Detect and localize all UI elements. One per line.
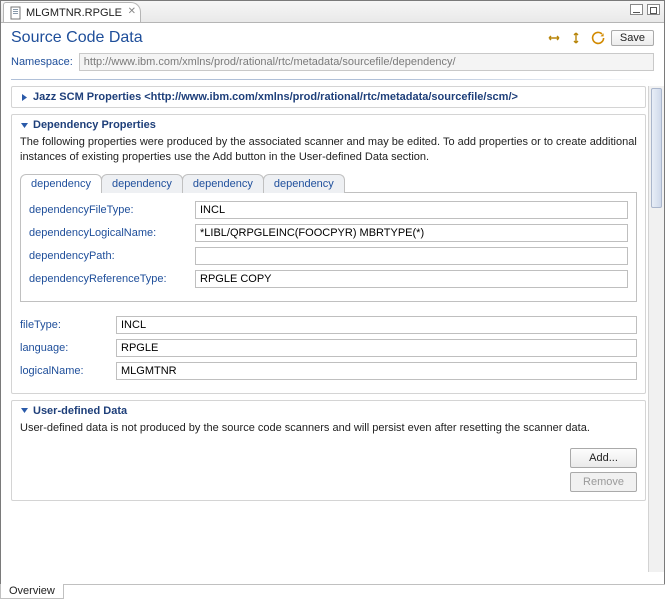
file-icon	[10, 6, 22, 20]
file-type-label: fileType:	[20, 319, 110, 331]
remove-button: Remove	[570, 472, 637, 492]
dependency-panel: dependencyFileType: dependencyLogicalNam…	[20, 193, 637, 302]
logical-name-input[interactable]	[116, 362, 637, 380]
dependency-logical-name-input[interactable]	[195, 224, 628, 242]
section-jazz-scm-header[interactable]: Jazz SCM Properties <http://www.ibm.com/…	[20, 91, 637, 103]
dependency-tab[interactable]: dependency	[20, 174, 102, 193]
section-user-defined: User-defined Data User-defined data is n…	[11, 400, 646, 501]
logical-name-label: logicalName:	[20, 365, 110, 377]
dependency-logical-name-label: dependencyLogicalName:	[29, 227, 189, 239]
section-dependency-desc: The following properties were produced b…	[20, 135, 637, 165]
overview-tab[interactable]: Overview	[0, 584, 64, 599]
maximize-button[interactable]	[647, 4, 660, 15]
dependency-path-input[interactable]	[195, 247, 628, 265]
scrollbar-thumb[interactable]	[651, 88, 662, 208]
dependency-reference-type-label: dependencyReferenceType:	[29, 273, 189, 285]
document-tab[interactable]: MLGMTNR.RPGLE ✕	[3, 2, 141, 22]
dependency-tab[interactable]: dependency	[263, 174, 345, 193]
dependency-reference-type-input[interactable]	[195, 270, 628, 288]
section-user-defined-title: User-defined Data	[33, 405, 127, 417]
dependency-path-label: dependencyPath:	[29, 250, 189, 262]
language-label: language:	[20, 342, 110, 354]
refresh-icon[interactable]	[589, 29, 607, 47]
section-dependency-title: Dependency Properties	[33, 119, 156, 131]
section-user-defined-header[interactable]: User-defined Data	[20, 405, 637, 417]
content-scroll-area: Jazz SCM Properties <http://www.ibm.com/…	[1, 86, 664, 572]
window-controls	[630, 4, 660, 15]
expand-vertical-icon[interactable]	[567, 29, 585, 47]
user-defined-buttons: Add... Remove	[570, 448, 637, 492]
vertical-scrollbar[interactable]	[648, 86, 664, 572]
section-jazz-scm: Jazz SCM Properties <http://www.ibm.com/…	[11, 86, 646, 108]
section-jazz-scm-title: Jazz SCM Properties <http://www.ibm.com/…	[33, 91, 518, 103]
section-user-defined-desc: User-defined data is not produced by the…	[20, 421, 637, 436]
chevron-right-icon	[20, 93, 29, 102]
header-divider	[11, 79, 654, 80]
header-actions: Save	[545, 29, 654, 47]
namespace-label: Namespace:	[11, 56, 73, 68]
page-title: Source Code Data	[11, 29, 143, 47]
page-tabs: Overview	[0, 584, 665, 601]
dependency-file-type-label: dependencyFileType:	[29, 204, 189, 216]
save-button[interactable]: Save	[611, 30, 654, 46]
section-dependency-header[interactable]: Dependency Properties	[20, 119, 637, 131]
file-type-input[interactable]	[116, 316, 637, 334]
dependency-tabs: dependency dependency dependency depende…	[20, 173, 637, 193]
dependency-tab[interactable]: dependency	[182, 174, 264, 193]
expand-horizontal-icon[interactable]	[545, 29, 563, 47]
chevron-down-icon	[20, 406, 29, 415]
language-input[interactable]	[116, 339, 637, 357]
minimize-button[interactable]	[630, 4, 643, 15]
section-dependency: Dependency Properties The following prop…	[11, 114, 646, 394]
add-button[interactable]: Add...	[570, 448, 637, 468]
chevron-down-icon	[20, 121, 29, 130]
page-header: Source Code Data Save	[1, 23, 664, 51]
editor-tabbar: MLGMTNR.RPGLE ✕	[1, 1, 664, 23]
close-icon[interactable]: ✕	[128, 6, 136, 17]
namespace-input	[79, 53, 654, 71]
document-tab-label: MLGMTNR.RPGLE	[26, 7, 122, 19]
dependency-tab[interactable]: dependency	[101, 174, 183, 193]
file-properties: fileType: language: logicalName:	[20, 316, 637, 380]
dependency-file-type-input[interactable]	[195, 201, 628, 219]
namespace-row: Namespace:	[1, 51, 664, 79]
